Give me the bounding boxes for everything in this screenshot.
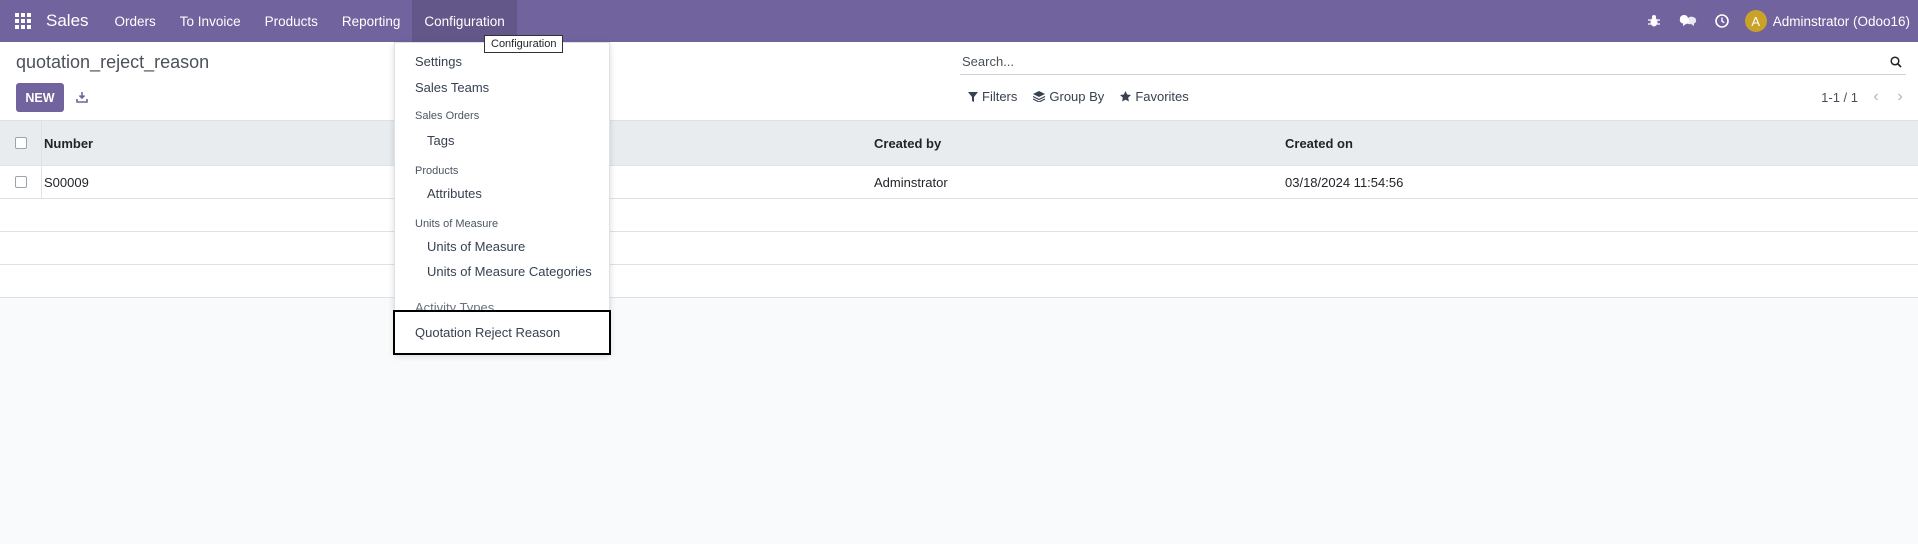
- menu-products[interactable]: Products: [253, 0, 330, 42]
- group-by-toggle[interactable]: Group By: [1033, 89, 1104, 104]
- menu-to-invoice[interactable]: To Invoice: [168, 0, 253, 42]
- section-header-sales-orders: Sales Orders: [415, 110, 480, 122]
- column-header-number[interactable]: Number: [42, 136, 388, 151]
- empty-row: [0, 232, 1918, 265]
- select-all-checkbox[interactable]: [14, 137, 27, 149]
- cell-number: S00009: [44, 174, 89, 190]
- table-row[interactable]: S00009 Adminstrator 03/18/2024 11:54:56: [0, 166, 1918, 199]
- avatar: A: [1744, 10, 1767, 32]
- filters-label: Filters: [982, 89, 1018, 104]
- menu-item-uom-categories[interactable]: Units of Measure Categories: [427, 264, 592, 279]
- section-header-products: Products: [415, 165, 459, 177]
- configuration-tooltip: Configuration: [484, 35, 564, 53]
- search-options: Filters Group By Favorites: [968, 89, 1189, 104]
- pager-next-icon[interactable]: ›: [1894, 88, 1906, 105]
- menu-item-attributes[interactable]: Attributes: [427, 186, 482, 201]
- layers-icon: [1033, 91, 1046, 102]
- pager-value[interactable]: 1-1 / 1: [1821, 90, 1858, 105]
- download-icon[interactable]: [72, 87, 92, 107]
- filters-toggle[interactable]: Filters: [968, 89, 1017, 104]
- pager: 1-1 / 1 ‹ ›: [1821, 88, 1906, 105]
- menu-item-tags[interactable]: Tags: [427, 133, 454, 148]
- app-brand[interactable]: Sales: [46, 11, 89, 31]
- search-input[interactable]: [960, 54, 1886, 69]
- menu-orders[interactable]: Orders: [103, 0, 168, 42]
- search-bar: [960, 49, 1906, 75]
- search-icon[interactable]: [1886, 52, 1906, 72]
- chat-messages-icon[interactable]: [1671, 0, 1705, 42]
- cell-created-on: 03/18/2024 11:54:56: [1285, 174, 1404, 190]
- list-table: Number Created by Created on S00009 Admi…: [0, 121, 1918, 298]
- pager-previous-icon[interactable]: ‹: [1870, 88, 1882, 105]
- menu-reporting[interactable]: Reporting: [330, 0, 413, 42]
- menu-item-settings[interactable]: Settings: [415, 54, 462, 69]
- debug-bug-icon[interactable]: [1637, 0, 1671, 42]
- section-header-units-of-measure: Units of Measure: [415, 218, 499, 230]
- control-panel: quotation_reject_reason NEW Filters Grou…: [0, 42, 1918, 121]
- highlighted-menu-item[interactable]: Quotation Reject Reason: [393, 310, 611, 355]
- empty-row: [0, 199, 1918, 232]
- apps-menu-icon[interactable]: [0, 0, 46, 42]
- empty-row: [0, 265, 1918, 298]
- table-header: Number Created by Created on: [0, 121, 1918, 166]
- top-navbar: Sales Orders To Invoice Products Reporti…: [0, 0, 1918, 42]
- configuration-dropdown: Settings Sales Teams Sales Orders Tags P…: [394, 42, 610, 354]
- group-by-label: Group By: [1049, 89, 1105, 104]
- menu-item-quotation-reject-reason[interactable]: Quotation Reject Reason: [415, 325, 560, 340]
- user-name: Adminstrator (Odoo16): [1772, 13, 1910, 29]
- page-title: quotation_reject_reason: [16, 52, 210, 72]
- favorites-toggle[interactable]: Favorites: [1120, 89, 1189, 104]
- column-header-created-by[interactable]: Created by: [874, 136, 1285, 151]
- filter-icon: [968, 91, 978, 102]
- star-icon: [1120, 91, 1132, 102]
- cell-created-by: Adminstrator: [874, 174, 948, 190]
- column-header-created-on[interactable]: Created on: [1285, 136, 1918, 151]
- menu-item-sales-teams[interactable]: Sales Teams: [415, 80, 489, 95]
- activity-clock-icon[interactable]: [1705, 0, 1739, 42]
- new-button[interactable]: NEW: [16, 83, 64, 112]
- user-menu[interactable]: A Adminstrator (Odoo16): [1744, 10, 1910, 32]
- favorites-label: Favorites: [1135, 89, 1189, 104]
- row-checkbox[interactable]: [14, 176, 27, 188]
- menu-item-units-of-measure[interactable]: Units of Measure: [427, 239, 525, 254]
